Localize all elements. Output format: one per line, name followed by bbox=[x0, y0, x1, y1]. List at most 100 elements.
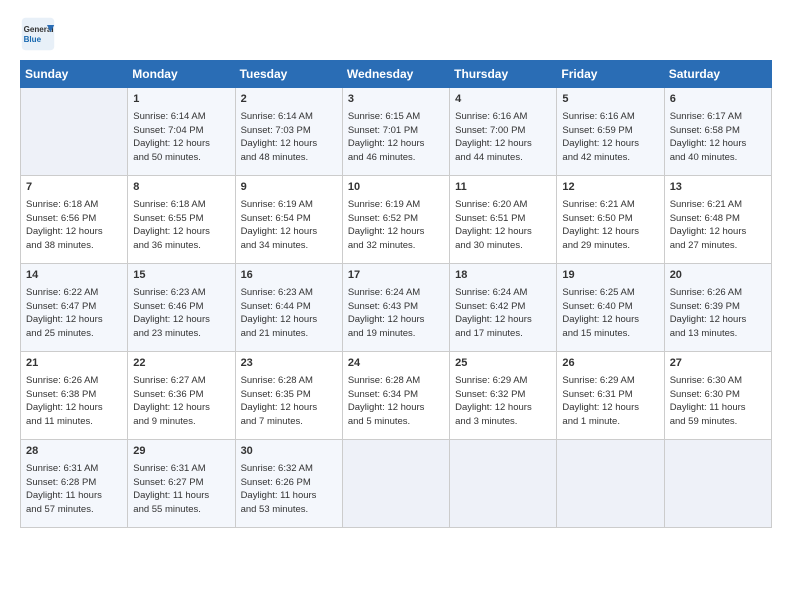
calendar-cell: 21Sunrise: 6:26 AMSunset: 6:38 PMDayligh… bbox=[21, 352, 128, 440]
day-info-line: Sunset: 7:04 PM bbox=[133, 125, 203, 136]
day-info-line: Sunset: 6:35 PM bbox=[241, 389, 311, 400]
day-number: 13 bbox=[670, 180, 766, 196]
day-info-line: and 46 minutes. bbox=[348, 152, 416, 163]
calendar-cell: 30Sunrise: 6:32 AMSunset: 6:26 PMDayligh… bbox=[235, 440, 342, 528]
day-info-line: Daylight: 12 hours bbox=[133, 402, 210, 413]
day-number: 20 bbox=[670, 268, 766, 284]
calendar-cell: 24Sunrise: 6:28 AMSunset: 6:34 PMDayligh… bbox=[342, 352, 449, 440]
day-info-line: Sunset: 6:54 PM bbox=[241, 213, 311, 224]
day-info-line: and 55 minutes. bbox=[133, 504, 201, 515]
day-info-line: Sunrise: 6:27 AM bbox=[133, 375, 205, 386]
day-number: 18 bbox=[455, 268, 551, 284]
day-info-line: Daylight: 12 hours bbox=[241, 138, 318, 149]
day-number: 17 bbox=[348, 268, 444, 284]
day-info-line: Sunset: 6:36 PM bbox=[133, 389, 203, 400]
day-info-line: Sunrise: 6:26 AM bbox=[670, 287, 742, 298]
day-number: 24 bbox=[348, 356, 444, 372]
day-number: 26 bbox=[562, 356, 658, 372]
day-info-line: Sunrise: 6:24 AM bbox=[348, 287, 420, 298]
day-info-line: and 57 minutes. bbox=[26, 504, 94, 515]
day-info-line: Sunset: 6:52 PM bbox=[348, 213, 418, 224]
calendar-cell: 19Sunrise: 6:25 AMSunset: 6:40 PMDayligh… bbox=[557, 264, 664, 352]
day-info-line: Sunset: 6:40 PM bbox=[562, 301, 632, 312]
day-info-line: Sunset: 6:48 PM bbox=[670, 213, 740, 224]
day-number: 1 bbox=[133, 92, 229, 108]
day-info-line: and 40 minutes. bbox=[670, 152, 738, 163]
day-info-line: Sunset: 6:31 PM bbox=[562, 389, 632, 400]
calendar-cell: 11Sunrise: 6:20 AMSunset: 6:51 PMDayligh… bbox=[450, 176, 557, 264]
day-info-line: and 5 minutes. bbox=[348, 416, 410, 427]
day-info-line: Daylight: 12 hours bbox=[241, 226, 318, 237]
calendar-cell: 9Sunrise: 6:19 AMSunset: 6:54 PMDaylight… bbox=[235, 176, 342, 264]
day-info-line: Sunrise: 6:16 AM bbox=[455, 111, 527, 122]
calendar-cell: 15Sunrise: 6:23 AMSunset: 6:46 PMDayligh… bbox=[128, 264, 235, 352]
day-info-line: and 53 minutes. bbox=[241, 504, 309, 515]
day-info-line: and 48 minutes. bbox=[241, 152, 309, 163]
day-number: 16 bbox=[241, 268, 337, 284]
logo-icon: General Blue bbox=[20, 16, 56, 52]
calendar-cell bbox=[557, 440, 664, 528]
day-info-line: Daylight: 12 hours bbox=[670, 226, 747, 237]
calendar-cell bbox=[21, 88, 128, 176]
day-info-line: and 1 minute. bbox=[562, 416, 620, 427]
day-number: 11 bbox=[455, 180, 551, 196]
day-info-line: Daylight: 12 hours bbox=[455, 226, 532, 237]
day-info-line: and 32 minutes. bbox=[348, 240, 416, 251]
day-number: 28 bbox=[26, 444, 122, 460]
day-info-line: Daylight: 11 hours bbox=[133, 490, 209, 501]
day-number: 9 bbox=[241, 180, 337, 196]
day-info-line: Sunrise: 6:25 AM bbox=[562, 287, 634, 298]
calendar-cell: 2Sunrise: 6:14 AMSunset: 7:03 PMDaylight… bbox=[235, 88, 342, 176]
day-number: 27 bbox=[670, 356, 766, 372]
day-number: 15 bbox=[133, 268, 229, 284]
day-info-line: Sunset: 6:55 PM bbox=[133, 213, 203, 224]
day-number: 10 bbox=[348, 180, 444, 196]
day-info-line: Sunrise: 6:29 AM bbox=[562, 375, 634, 386]
day-info-line: Sunset: 6:39 PM bbox=[670, 301, 740, 312]
calendar-cell bbox=[342, 440, 449, 528]
day-info-line: and 25 minutes. bbox=[26, 328, 94, 339]
day-info-line: Sunrise: 6:21 AM bbox=[562, 199, 634, 210]
day-info-line: and 50 minutes. bbox=[133, 152, 201, 163]
calendar-cell: 6Sunrise: 6:17 AMSunset: 6:58 PMDaylight… bbox=[664, 88, 771, 176]
day-number: 8 bbox=[133, 180, 229, 196]
calendar-cell: 3Sunrise: 6:15 AMSunset: 7:01 PMDaylight… bbox=[342, 88, 449, 176]
day-info-line: Daylight: 12 hours bbox=[241, 402, 318, 413]
day-number: 23 bbox=[241, 356, 337, 372]
day-info-line: and 9 minutes. bbox=[133, 416, 195, 427]
day-info-line: Sunset: 6:50 PM bbox=[562, 213, 632, 224]
day-number: 3 bbox=[348, 92, 444, 108]
day-info-line: Sunset: 6:28 PM bbox=[26, 477, 96, 488]
day-info-line: Daylight: 12 hours bbox=[455, 402, 532, 413]
day-info-line: Sunset: 6:47 PM bbox=[26, 301, 96, 312]
day-info-line: Daylight: 12 hours bbox=[562, 402, 639, 413]
calendar-cell: 18Sunrise: 6:24 AMSunset: 6:42 PMDayligh… bbox=[450, 264, 557, 352]
day-info-line: and 17 minutes. bbox=[455, 328, 523, 339]
day-info-line: Daylight: 12 hours bbox=[133, 138, 210, 149]
day-info-line: Daylight: 12 hours bbox=[241, 314, 318, 325]
page-header: General Blue bbox=[20, 16, 772, 52]
calendar-cell: 4Sunrise: 6:16 AMSunset: 7:00 PMDaylight… bbox=[450, 88, 557, 176]
day-info-line: Sunrise: 6:29 AM bbox=[455, 375, 527, 386]
day-info-line: Sunset: 6:38 PM bbox=[26, 389, 96, 400]
day-info-line: Daylight: 11 hours bbox=[670, 402, 746, 413]
day-info-line: Sunset: 6:32 PM bbox=[455, 389, 525, 400]
col-header-tuesday: Tuesday bbox=[235, 61, 342, 88]
calendar-cell: 16Sunrise: 6:23 AMSunset: 6:44 PMDayligh… bbox=[235, 264, 342, 352]
calendar-cell: 28Sunrise: 6:31 AMSunset: 6:28 PMDayligh… bbox=[21, 440, 128, 528]
day-info-line: Sunrise: 6:28 AM bbox=[241, 375, 313, 386]
day-number: 7 bbox=[26, 180, 122, 196]
day-info-line: Daylight: 12 hours bbox=[133, 314, 210, 325]
day-info-line: Sunset: 7:01 PM bbox=[348, 125, 418, 136]
day-info-line: Sunrise: 6:18 AM bbox=[26, 199, 98, 210]
day-info-line: Sunrise: 6:19 AM bbox=[348, 199, 420, 210]
day-info-line: Sunset: 7:00 PM bbox=[455, 125, 525, 136]
day-number: 4 bbox=[455, 92, 551, 108]
calendar-cell: 14Sunrise: 6:22 AMSunset: 6:47 PMDayligh… bbox=[21, 264, 128, 352]
svg-text:Blue: Blue bbox=[24, 35, 42, 44]
day-info-line: and 13 minutes. bbox=[670, 328, 738, 339]
day-info-line: Sunrise: 6:30 AM bbox=[670, 375, 742, 386]
day-info-line: Sunrise: 6:28 AM bbox=[348, 375, 420, 386]
calendar-cell: 13Sunrise: 6:21 AMSunset: 6:48 PMDayligh… bbox=[664, 176, 771, 264]
day-number: 21 bbox=[26, 356, 122, 372]
